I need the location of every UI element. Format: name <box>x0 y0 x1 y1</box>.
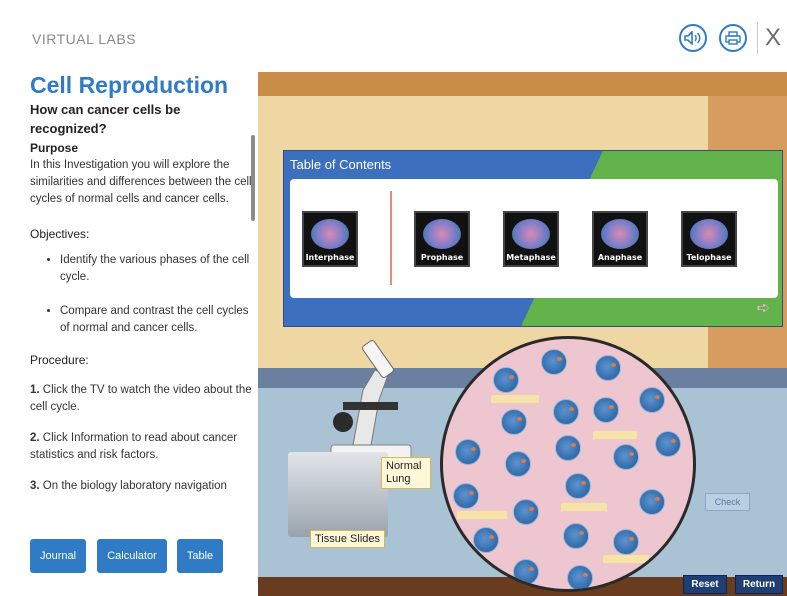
objectives-heading: Objectives: <box>30 227 90 241</box>
phase-label: Interphase <box>305 253 355 262</box>
objective-item: Identify the various phases of the cell … <box>60 252 252 286</box>
toc-title: Table of Contents <box>290 157 392 172</box>
wall-trim <box>258 72 787 96</box>
cell-tag <box>561 503 607 511</box>
return-button[interactable]: Return <box>735 575 783 594</box>
journal-button[interactable]: Journal <box>30 539 86 573</box>
phase-label: Anaphase <box>597 253 643 262</box>
cell <box>567 565 593 589</box>
cell-thumbnail <box>512 219 550 249</box>
cell-thumbnail <box>601 219 639 249</box>
phase-interphase[interactable]: Interphase <box>302 211 358 267</box>
objectives-list: Identify the various phases of the cell … <box>30 252 252 337</box>
table-of-contents: Table of Contents Interphase Prophase Me… <box>283 150 783 327</box>
printer-glyph <box>725 31 741 45</box>
microscope-stage <box>343 402 398 410</box>
cell <box>655 431 681 457</box>
close-icon[interactable]: X <box>765 22 781 54</box>
cell <box>595 355 621 381</box>
cell <box>501 409 527 435</box>
virtual-lab-app: VIRTUAL LABS X Cell Reproduction How can… <box>0 0 787 596</box>
magnified-sample-view[interactable] <box>440 336 696 592</box>
cell <box>593 397 619 423</box>
step-text: On the biology laboratory navigation <box>42 480 227 492</box>
cell <box>565 473 591 499</box>
brand-title: VIRTUAL LABS <box>32 31 137 47</box>
cell-thumbnail <box>690 219 728 249</box>
step-text: Click the TV to watch the video about th… <box>30 384 252 413</box>
speaker-glyph <box>684 31 701 45</box>
step-number: 1. <box>30 384 40 396</box>
cell <box>505 451 531 477</box>
tissue-slide-box[interactable] <box>288 452 388 537</box>
focus-knob <box>333 412 353 432</box>
microscope[interactable] <box>313 330 423 470</box>
cell <box>639 489 665 515</box>
phase-label: Prophase <box>420 253 464 262</box>
cell <box>473 527 499 553</box>
print-icon[interactable] <box>719 24 747 52</box>
objective-item: Compare and contrast the cell cycles of … <box>60 303 252 337</box>
cell <box>555 435 581 461</box>
next-arrow-icon[interactable]: ➪ <box>757 298 770 318</box>
lab-scene: Table of Contents Interphase Prophase Me… <box>258 72 787 596</box>
table-button[interactable]: Table <box>177 539 223 573</box>
phase-label: Telophase <box>686 253 732 262</box>
phase-label: Metaphase <box>506 253 556 262</box>
purpose-heading: Purpose <box>30 141 79 155</box>
cell <box>553 399 579 425</box>
reset-button[interactable]: Reset <box>683 575 727 594</box>
tissue-slides-label: Tissue Slides <box>310 530 386 548</box>
cell <box>613 529 639 555</box>
cell-thumbnail <box>311 219 349 249</box>
instructions-panel: Cell Reproduction How can cancer cells b… <box>30 72 252 596</box>
cell-tag <box>457 511 507 519</box>
procedure-step: 2. Click Information to read about cance… <box>30 430 252 464</box>
cell <box>493 367 519 393</box>
cell-thumbnail <box>423 219 461 249</box>
toc-panel: Interphase Prophase Metaphase Anaphase T… <box>290 179 778 298</box>
toc-divider <box>390 191 392 285</box>
procedure-step: 3. On the biology laboratory navigation <box>30 478 252 495</box>
cell <box>563 523 589 549</box>
step-number: 3. <box>30 480 40 492</box>
cell <box>541 349 567 375</box>
phase-anaphase[interactable]: Anaphase <box>592 211 648 267</box>
check-button[interactable]: Check <box>705 493 750 511</box>
normal-lung-label: Normal Lung <box>381 457 431 489</box>
purpose-text: In this Investigation you will explore t… <box>30 159 252 205</box>
cell <box>613 444 639 470</box>
procedure-heading: Procedure: <box>30 353 89 367</box>
page-title: Cell Reproduction <box>30 72 229 98</box>
cell <box>513 499 539 525</box>
lab-question: How can cancer cells be recognized? <box>30 102 181 136</box>
step-number: 2. <box>30 432 40 444</box>
cell <box>453 483 479 509</box>
phase-metaphase[interactable]: Metaphase <box>503 211 559 267</box>
step-text: Click Information to read about cancer s… <box>30 432 238 461</box>
instructions-scrollbar[interactable] <box>251 135 255 221</box>
phase-prophase[interactable]: Prophase <box>414 211 470 267</box>
audio-icon[interactable] <box>679 24 707 52</box>
header-divider <box>757 22 758 54</box>
calculator-button[interactable]: Calculator <box>97 539 167 573</box>
phase-telophase[interactable]: Telophase <box>681 211 737 267</box>
cell-tag <box>603 555 649 563</box>
cell <box>455 439 481 465</box>
cell-tag <box>593 431 637 439</box>
cell <box>639 387 665 413</box>
procedure-step: 1. Click the TV to watch the video about… <box>30 382 252 416</box>
cell-tag <box>491 395 539 403</box>
cell <box>513 559 539 585</box>
